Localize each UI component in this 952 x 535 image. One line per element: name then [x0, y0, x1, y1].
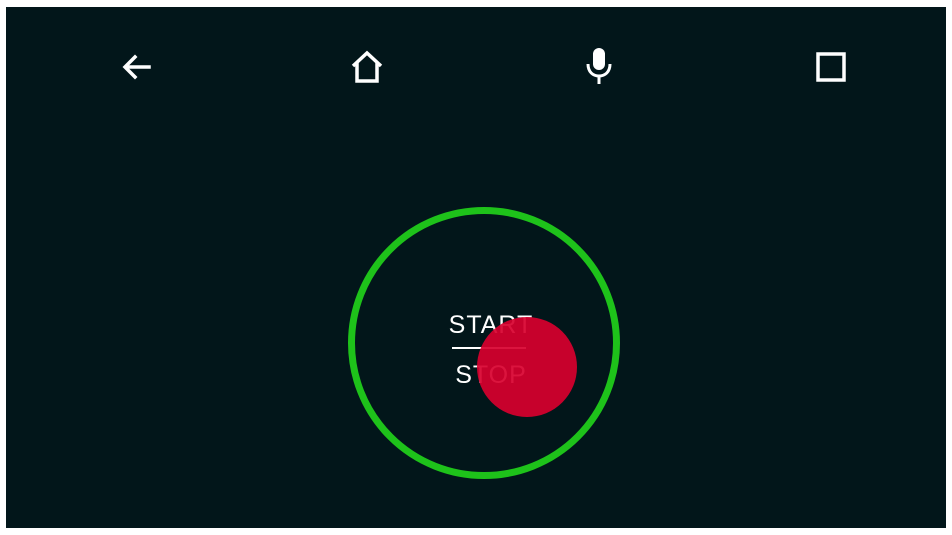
- touch-indicator: [477, 317, 577, 417]
- home-icon: [351, 50, 383, 83]
- back-arrow-icon: [122, 54, 151, 80]
- microphone-icon: [586, 48, 612, 84]
- voice-button[interactable]: [575, 43, 623, 91]
- start-stop-button[interactable]: START STOP: [348, 207, 620, 479]
- back-button[interactable]: [112, 43, 160, 91]
- app-screen: START STOP: [6, 7, 946, 528]
- overview-square-icon: [816, 52, 846, 82]
- navigation-bar: [6, 7, 946, 127]
- home-button[interactable]: [343, 43, 391, 91]
- overview-button[interactable]: [807, 43, 855, 91]
